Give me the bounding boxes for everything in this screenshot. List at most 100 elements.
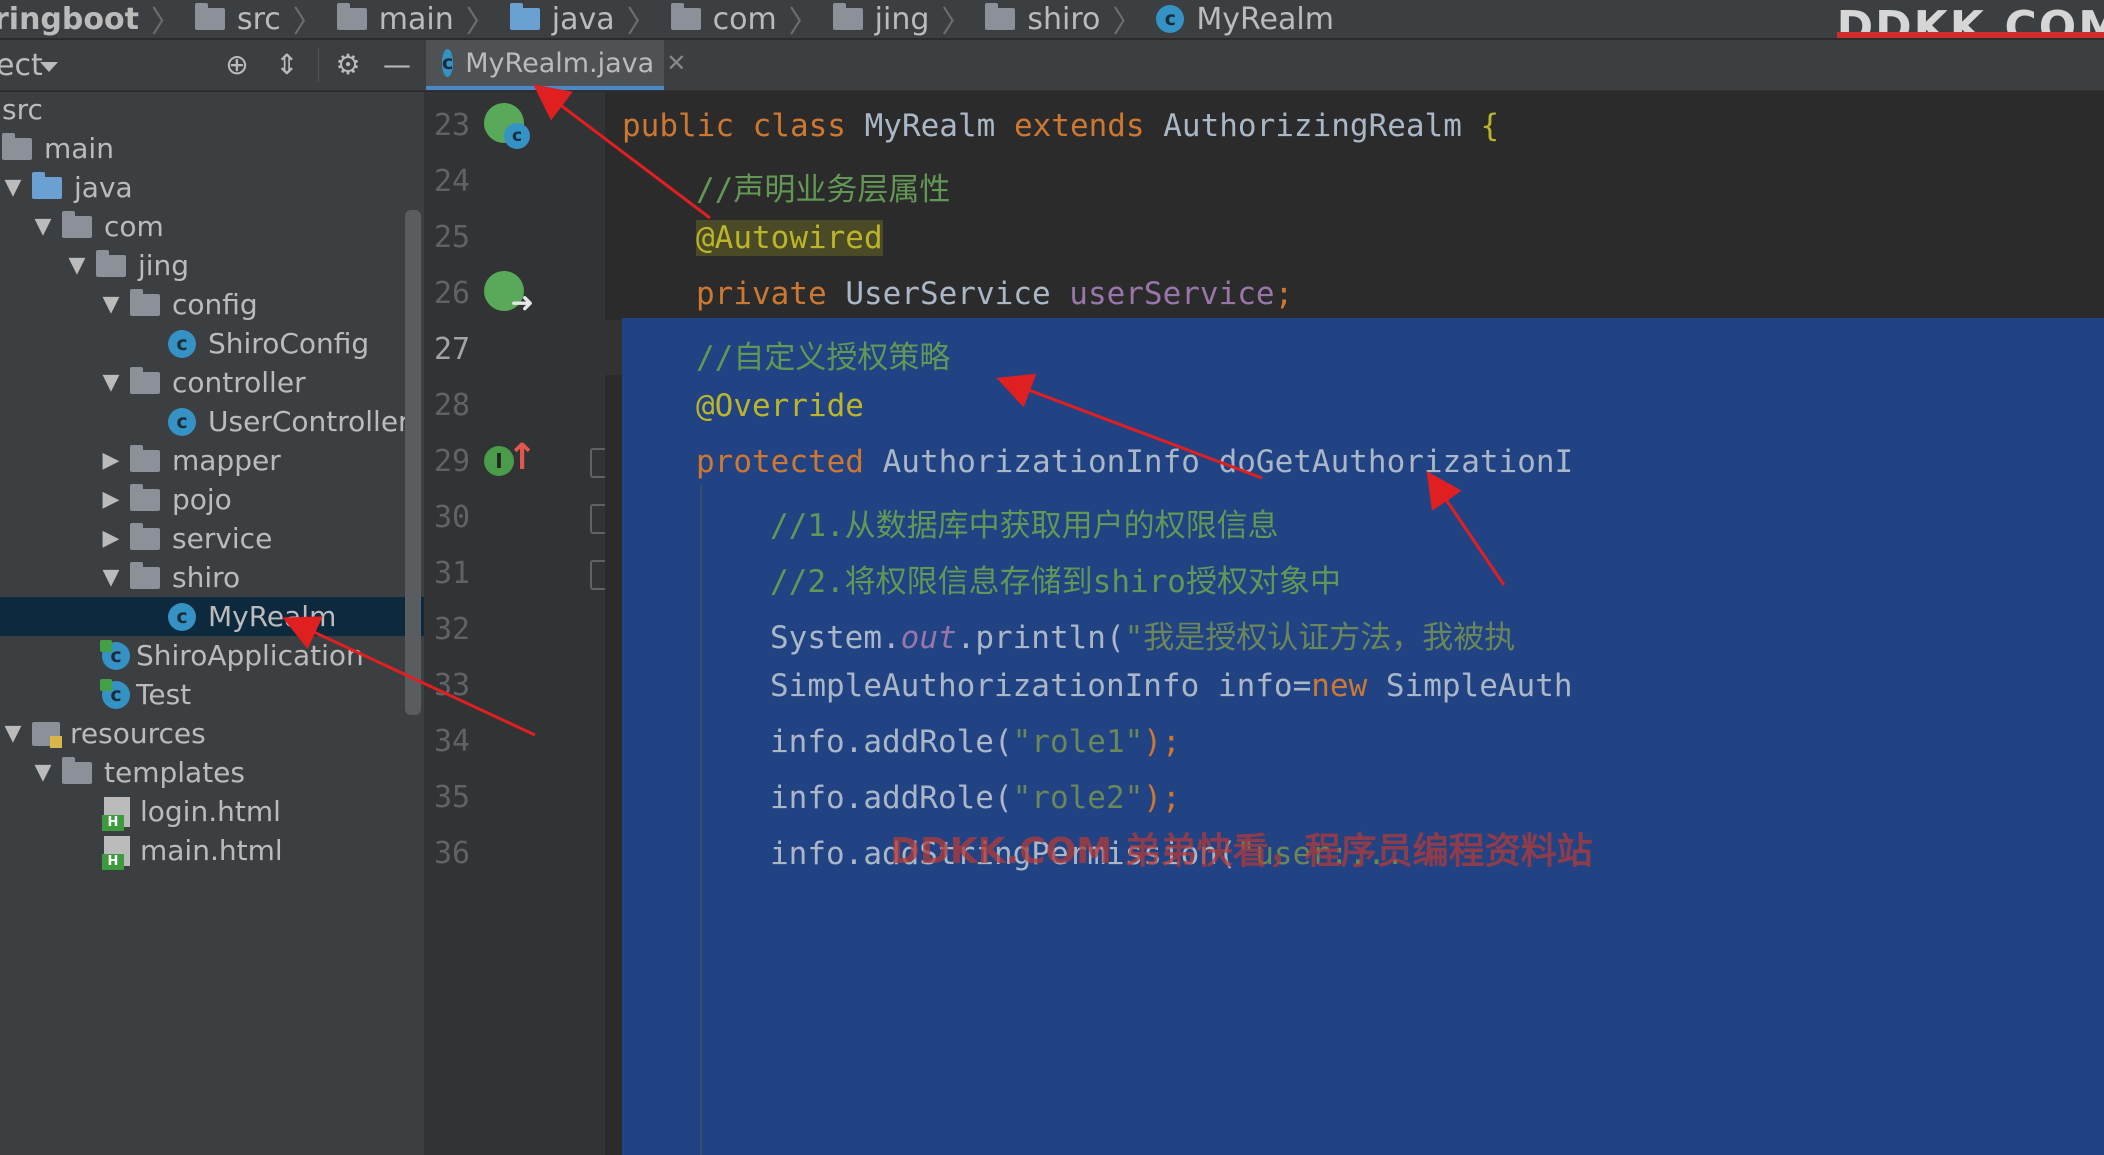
code-line-31[interactable]: //2.将权限信息存储到shiro授权对象中 <box>770 556 1341 601</box>
watermark-logo: DDKK.COM <box>1836 2 2104 38</box>
breadcrumb-src[interactable]: src <box>194 2 281 37</box>
gear-icon[interactable]: ⚙ <box>333 50 363 80</box>
code-line-26[interactable]: private UserService userService; <box>696 276 1293 312</box>
breadcrumb-myrealm[interactable]: c MyRealm <box>1156 2 1334 37</box>
class-icon: c <box>1156 5 1185 33</box>
close-icon[interactable]: ✕ <box>666 49 686 77</box>
collapse-arrow-icon[interactable]: ▶ <box>98 526 124 551</box>
package-icon <box>130 366 160 394</box>
expand-arrow-icon[interactable]: ▼ <box>30 214 56 239</box>
tree-item-myrealm[interactable]: c MyRealm <box>0 597 424 636</box>
navigate-arrow-icon: ➜ <box>510 286 534 319</box>
folder-icon <box>194 3 225 30</box>
code-line-32[interactable]: System.out.println("我是授权认证方法，我被执 <box>770 612 1515 657</box>
breadcrumb-com[interactable]: com <box>670 2 777 37</box>
expand-arrow-icon[interactable]: ▼ <box>64 253 90 278</box>
code-line-29[interactable]: protected AuthorizationInfo doGetAuthori… <box>696 444 1573 480</box>
breadcrumb-separator: 〉 <box>150 5 181 40</box>
tree-item-src[interactable]: src <box>0 92 424 129</box>
tree-item-pojo[interactable]: ▶ pojo <box>0 480 424 519</box>
project-tree: src main ▼ java ▼ com ▼ jing ▼ config c Shiro… <box>0 92 424 1155</box>
spring-autowired-gutter-icon[interactable]: ➜ <box>484 271 534 317</box>
expand-arrow-icon[interactable]: ▼ <box>98 370 124 395</box>
spring-bean-gutter-icon[interactable]: c <box>484 103 530 149</box>
navigation-breadcrumb: ringboot 〉 src 〉 main 〉 java 〉 com 〉 jin… <box>0 0 2104 40</box>
html-file-icon <box>102 796 130 831</box>
tree-item-usercontroller[interactable]: c UserController <box>0 402 424 441</box>
tree-item-jing[interactable]: ▼ jing <box>0 246 424 285</box>
code-line-33[interactable]: SimpleAuthorizationInfo info=new SimpleA… <box>770 668 1573 704</box>
package-icon <box>130 561 160 589</box>
package-icon <box>130 444 160 472</box>
collapse-arrow-icon[interactable]: ▶ <box>98 448 124 473</box>
line-number-current: 27 <box>434 332 471 367</box>
breadcrumb-separator: 〉 <box>292 5 323 40</box>
tree-item-resources[interactable]: ▼ resources <box>0 714 424 753</box>
chevron-down-icon[interactable] <box>40 62 58 72</box>
class-icon: c <box>504 123 530 149</box>
minimize-icon[interactable]: — <box>382 50 412 80</box>
tree-item-templates[interactable]: ▼ templates <box>0 753 424 792</box>
line-number: 34 <box>434 724 471 759</box>
tree-item-config[interactable]: ▼ config <box>0 285 424 324</box>
tree-item-service[interactable]: ▶ service <box>0 519 424 558</box>
breadcrumb-separator: 〉 <box>626 5 657 40</box>
folder-icon <box>336 3 367 30</box>
collapse-arrow-icon[interactable]: ▶ <box>98 487 124 512</box>
code-line-30[interactable]: //1.从数据库中获取用户的权限信息 <box>770 500 1279 545</box>
package-icon <box>832 3 863 30</box>
folder-icon <box>2 132 32 160</box>
editor-tab-bar: c MyRealm.java ✕ <box>424 40 2104 91</box>
line-number: 32 <box>434 612 471 647</box>
project-tree-scrollbar[interactable] <box>405 210 421 715</box>
code-line-24[interactable]: //声明业务层属性 <box>696 164 950 209</box>
tree-item-main-html[interactable]: main.html <box>0 831 424 870</box>
expand-arrow-icon[interactable]: ▼ <box>0 721 26 746</box>
line-number: 24 <box>434 164 471 199</box>
line-number: 28 <box>434 388 471 423</box>
tab-myrealm-java[interactable]: c MyRealm.java ✕ <box>426 40 686 90</box>
code-line-28[interactable]: @Override <box>696 388 864 424</box>
line-number: 31 <box>434 556 471 591</box>
override-up-arrow-icon[interactable]: ↑ <box>507 440 537 476</box>
expand-arrow-icon[interactable]: ▼ <box>98 565 124 590</box>
expand-arrow-icon[interactable]: ▼ <box>98 292 124 317</box>
class-icon: c <box>168 407 196 436</box>
breadcrumb-jing[interactable]: jing <box>832 2 929 37</box>
package-icon <box>130 522 160 550</box>
tree-item-login-html[interactable]: login.html <box>0 792 424 831</box>
locate-file-icon[interactable]: ⊕ <box>222 50 252 80</box>
tree-item-shiroconfig[interactable]: c ShiroConfig <box>0 324 424 363</box>
spring-boot-class-icon: c <box>100 639 130 670</box>
html-file-icon <box>102 835 130 870</box>
breadcrumb-main[interactable]: main <box>336 2 454 37</box>
breadcrumb-project[interactable]: ringboot <box>0 2 139 37</box>
code-line-25[interactable]: @Autowired <box>696 220 883 256</box>
tree-item-shiro[interactable]: ▼ shiro <box>0 558 424 597</box>
code-line-35[interactable]: info.addRole("role2"); <box>770 780 1181 816</box>
tree-item-main[interactable]: main <box>0 129 424 168</box>
tree-item-com[interactable]: ▼ com <box>0 207 424 246</box>
breadcrumb-separator: 〉 <box>788 5 819 40</box>
tree-item-mapper[interactable]: ▶ mapper <box>0 441 424 480</box>
code-line-27[interactable]: //自定义授权策略 <box>696 332 950 377</box>
folder-icon <box>62 756 92 784</box>
breadcrumb-java[interactable]: java <box>509 2 615 37</box>
toolbar-divider <box>318 48 319 82</box>
tree-item-java[interactable]: ▼ java <box>0 168 424 207</box>
package-icon <box>670 3 701 30</box>
tree-item-test[interactable]: c Test <box>0 675 424 714</box>
project-view-selector[interactable]: ect <box>0 48 43 83</box>
source-folder-icon <box>32 171 62 199</box>
line-number: 36 <box>434 836 471 871</box>
breadcrumb-shiro[interactable]: shiro <box>985 2 1100 37</box>
code-line-23[interactable]: public class MyRealm extends Authorizing… <box>622 108 1499 144</box>
expand-arrow-icon[interactable]: ▼ <box>0 175 26 200</box>
code-line-34[interactable]: info.addRole("role1"); <box>770 724 1181 760</box>
package-icon <box>130 288 160 316</box>
expand-arrow-icon[interactable]: ▼ <box>30 760 56 785</box>
tree-item-shiroapplication[interactable]: c ShiroApplication <box>0 636 424 675</box>
line-number: 33 <box>434 668 471 703</box>
tree-item-controller[interactable]: ▼ controller <box>0 363 424 402</box>
collapse-all-icon[interactable]: ⇕ <box>272 50 302 80</box>
